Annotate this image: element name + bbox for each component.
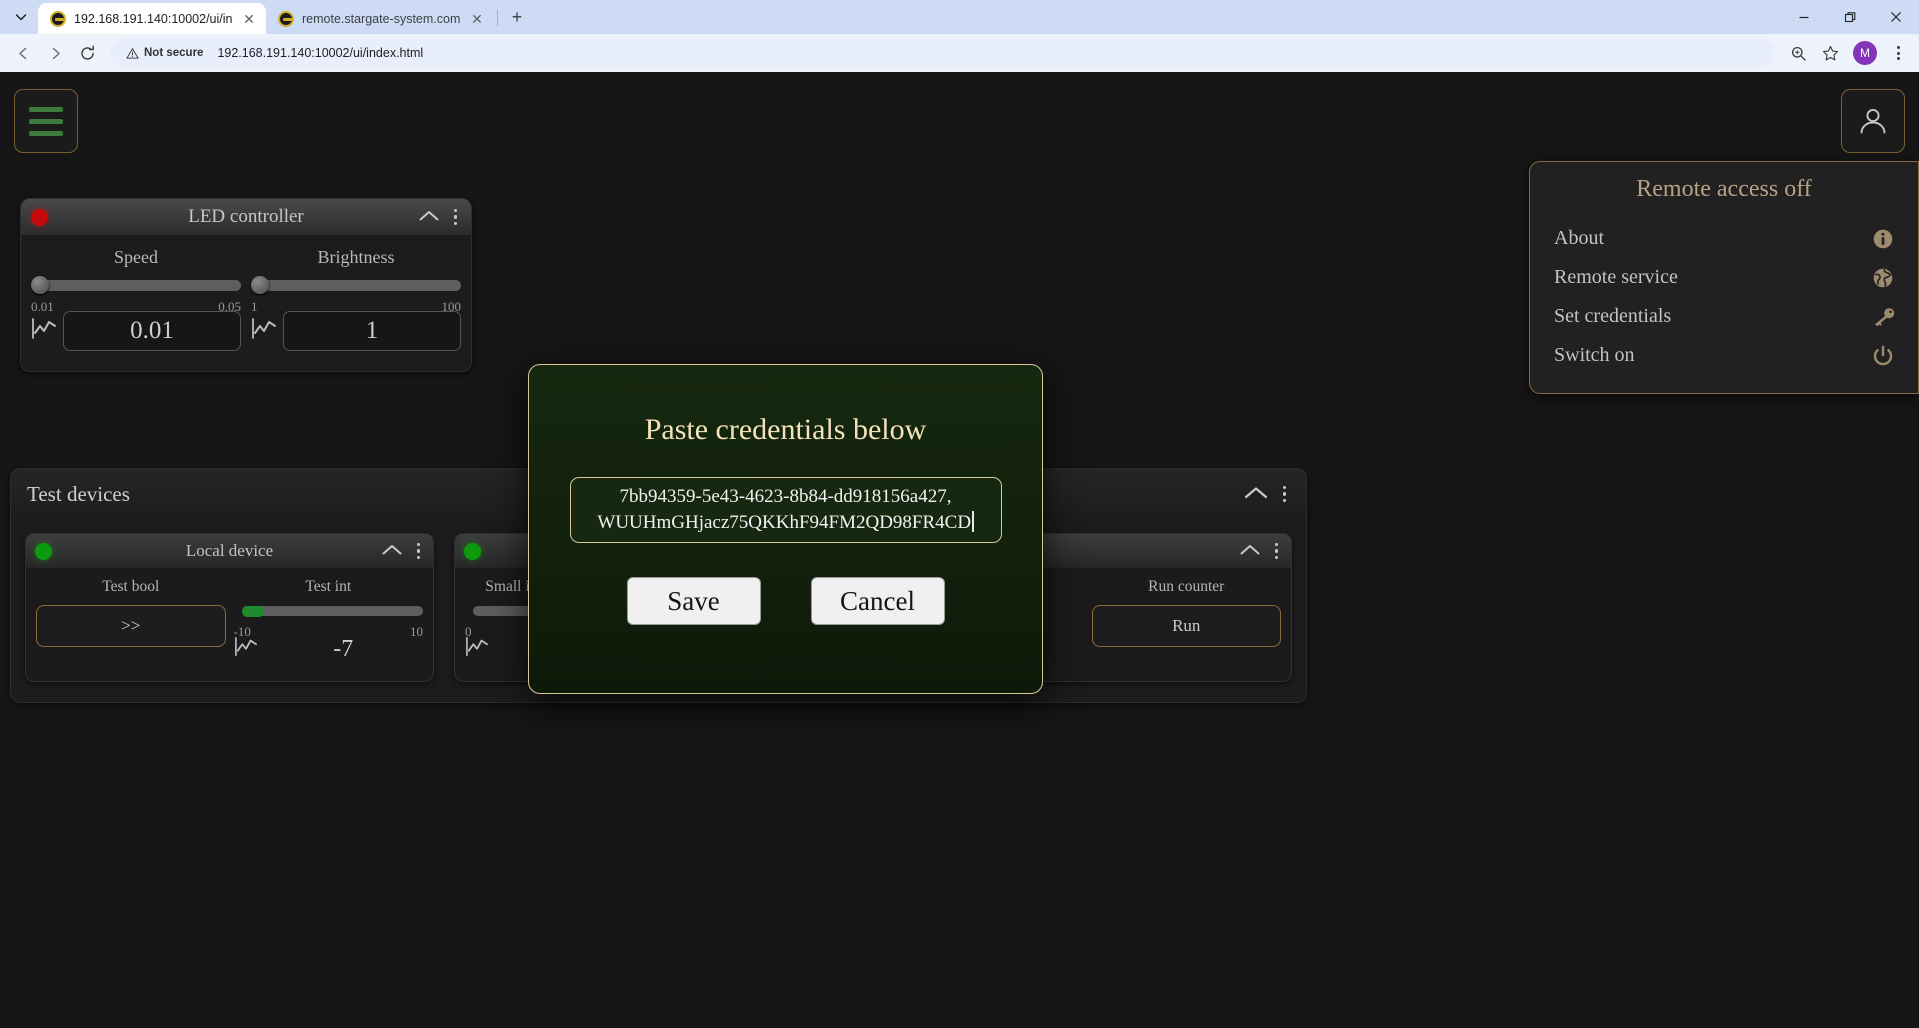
back-button[interactable] <box>8 38 38 68</box>
credentials-input[interactable]: 7bb94359-5e43-4623-8b84-dd918156a427, WU… <box>569 477 1002 544</box>
tab-strip: 192.168.191.140:10002/ui/inde ✕ remote.s… <box>0 0 1919 34</box>
card-header-actions <box>1243 484 1291 505</box>
browser-window: 192.168.191.140:10002/ui/inde ✕ remote.s… <box>0 0 1919 1028</box>
browser-toolbar: Not secure 192.168.191.140:10002/ui/inde… <box>0 34 1919 72</box>
cancel-button[interactable]: Cancel <box>810 577 945 626</box>
close-icon <box>1891 12 1901 22</box>
credentials-line-2: WUUHmGHjacz75QKKhF94FM2QD98FR4CD <box>597 512 972 534</box>
chevron-down-icon <box>15 14 27 21</box>
close-window-button[interactable] <box>1873 0 1919 34</box>
address-bar[interactable]: Not secure 192.168.191.140:10002/ui/inde… <box>110 39 1775 67</box>
security-label: Not secure <box>144 47 204 59</box>
collapse-chevron-icon[interactable] <box>1243 485 1269 504</box>
stargate-icon <box>278 10 294 27</box>
warning-icon <box>126 47 139 59</box>
card-menu-button[interactable] <box>450 207 462 228</box>
minimize-button[interactable] <box>1781 0 1827 34</box>
toolbar-right: M <box>1783 38 1911 68</box>
slider-knob[interactable] <box>251 276 269 294</box>
slider-knob[interactable] <box>31 276 49 294</box>
tab-separator <box>497 10 498 26</box>
collapse-chevron-icon[interactable] <box>418 209 440 226</box>
maximize-button[interactable] <box>1827 0 1873 34</box>
dialog-actions: Save Cancel <box>626 577 945 626</box>
modal-overlay: Paste credentials below 7bb94359-5e43-46… <box>0 72 1919 1028</box>
tab-0[interactable]: 192.168.191.140:10002/ui/inde ✕ <box>38 3 266 34</box>
card-header-actions <box>1239 541 1283 562</box>
arrow-left-icon <box>18 47 26 59</box>
text-caret <box>972 511 974 533</box>
tab-close-button[interactable]: ✕ <box>468 10 486 28</box>
collapse-chevron-icon[interactable] <box>381 543 403 560</box>
new-tab-button[interactable]: + <box>503 3 531 31</box>
tab-close-button[interactable]: ✕ <box>240 10 258 28</box>
profile-avatar[interactable]: M <box>1853 41 1877 65</box>
zoom-button[interactable] <box>1783 38 1813 68</box>
collapse-chevron-icon[interactable] <box>1239 543 1261 560</box>
reload-button[interactable] <box>72 38 102 68</box>
app-viewport: LED controller Speed 0.01 0.05 0.01 Brig… <box>0 72 1919 1028</box>
tab-label: 192.168.191.140:10002/ui/inde <box>74 11 232 26</box>
card-menu-button[interactable] <box>1271 541 1283 562</box>
credentials-line-2-wrap: WUUHmGHjacz75QKKhF94FM2QD98FR4CD <box>597 510 974 536</box>
tab-search-button[interactable] <box>6 3 36 31</box>
tab-label: remote.stargate-system.com <box>302 11 460 26</box>
restore-icon <box>1844 11 1855 22</box>
tab-1[interactable]: remote.stargate-system.com ✕ <box>266 3 494 34</box>
credentials-line-1: 7bb94359-5e43-4623-8b84-dd918156a427, <box>619 486 952 507</box>
security-indicator[interactable]: Not secure <box>120 45 209 62</box>
reload-icon <box>80 45 94 60</box>
bookmark-button[interactable] <box>1815 38 1845 68</box>
save-button[interactable]: Save <box>626 577 761 626</box>
zoom-icon <box>1791 46 1806 61</box>
paste-credentials-dialog: Paste credentials below 7bb94359-5e43-46… <box>528 364 1043 694</box>
browser-menu-button[interactable] <box>1885 38 1911 68</box>
url-text: 192.168.191.140:10002/ui/index.html <box>217 46 424 60</box>
arrow-right-icon <box>52 47 60 59</box>
card-menu-button[interactable] <box>1279 484 1291 505</box>
window-controls <box>1781 0 1919 34</box>
card-header-actions <box>418 207 462 228</box>
forward-button[interactable] <box>40 38 70 68</box>
dialog-title: Paste credentials below <box>644 413 927 446</box>
stargate-icon <box>50 10 66 27</box>
minimize-icon <box>1799 16 1809 19</box>
card-menu-button[interactable] <box>413 541 425 562</box>
star-icon <box>1822 45 1838 60</box>
card-header-actions <box>381 541 425 562</box>
